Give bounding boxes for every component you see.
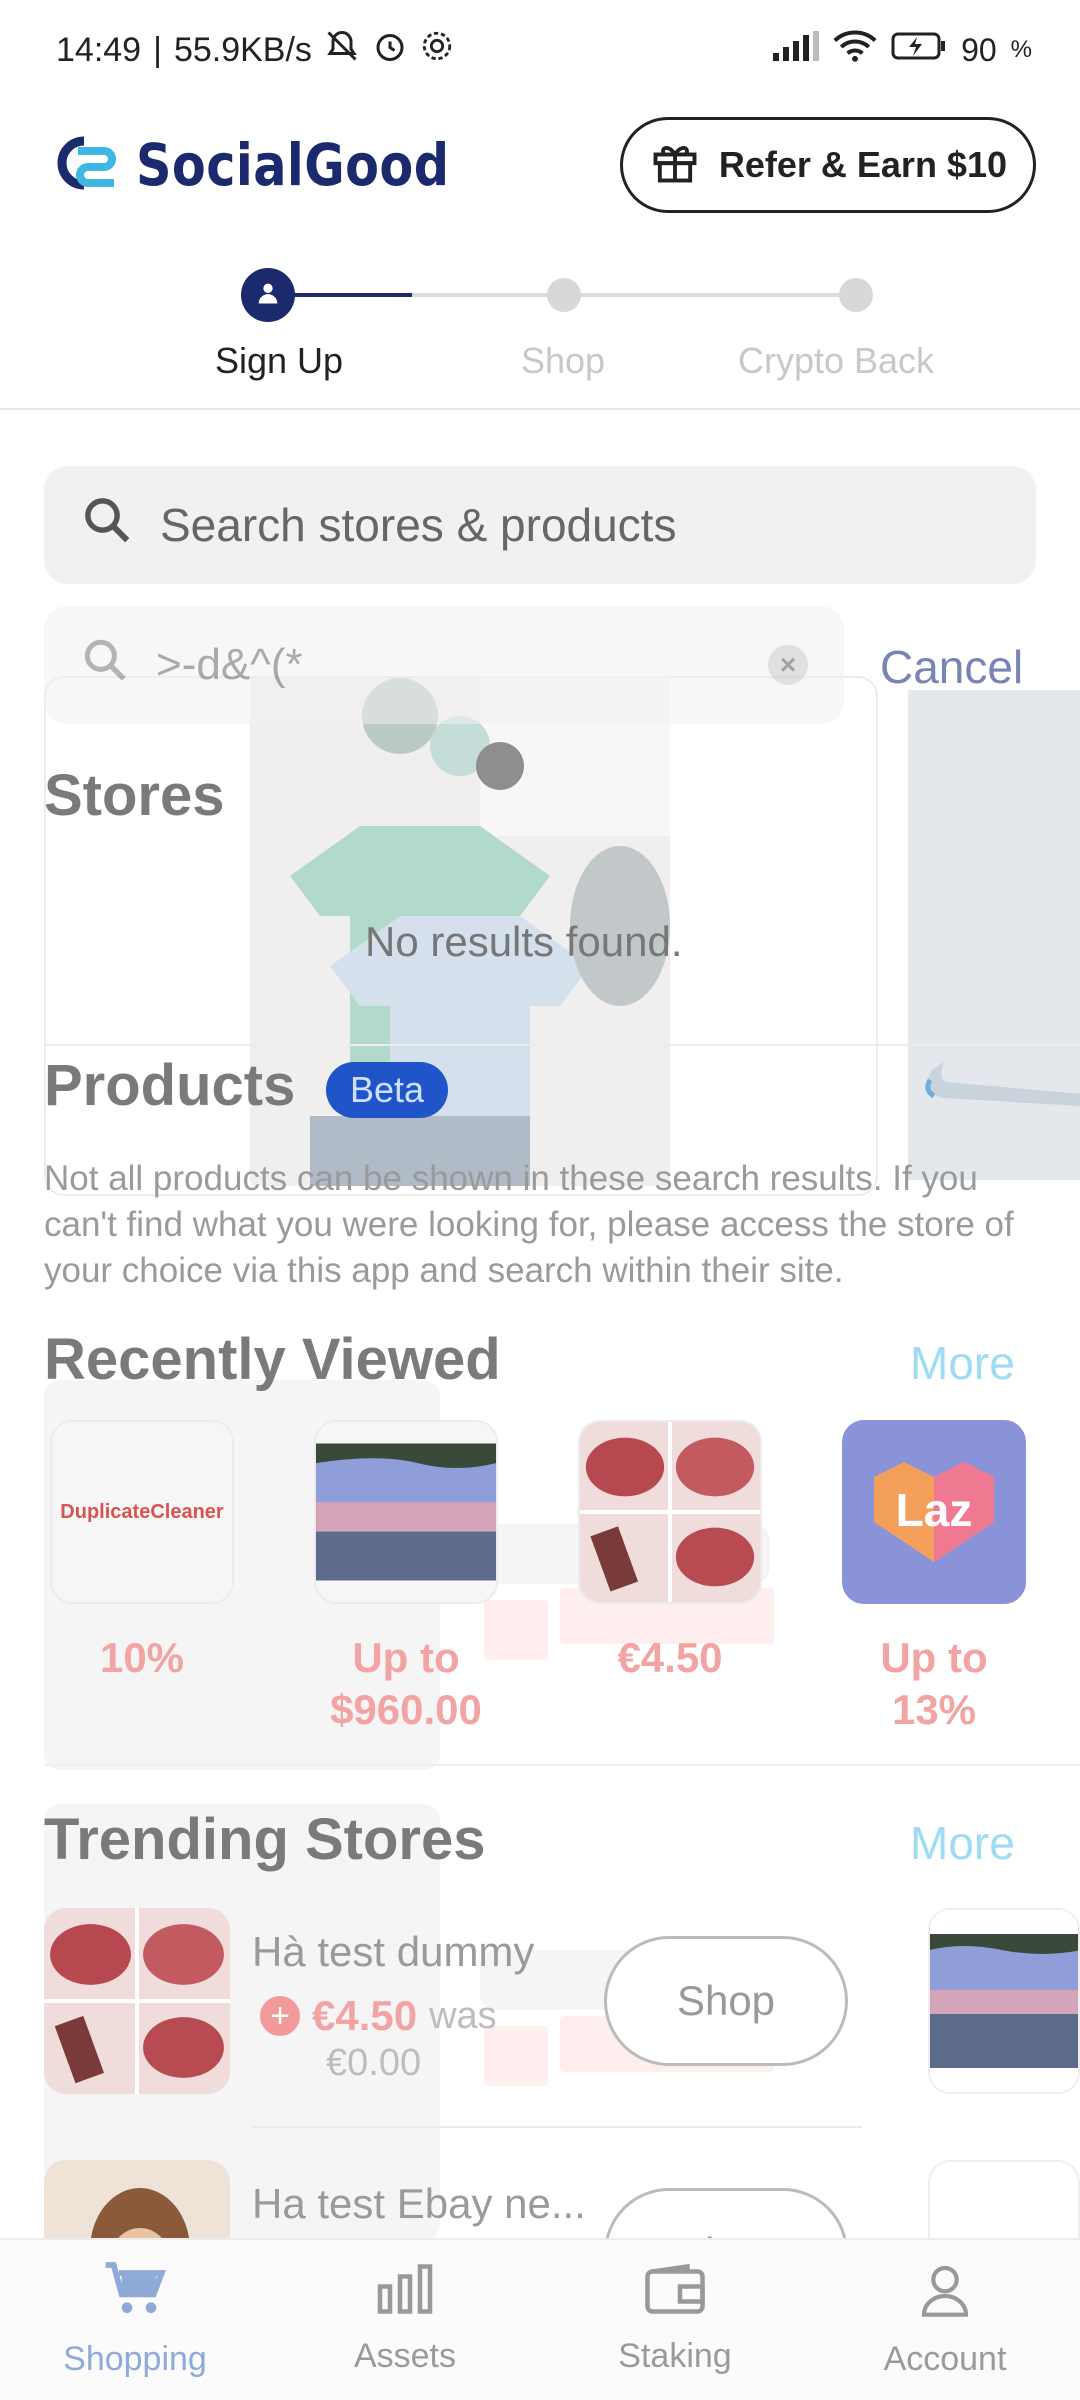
nav-label: Shopping: [63, 2340, 207, 2378]
cart-icon: [103, 2261, 167, 2326]
lake-sunset-image: [314, 1420, 498, 1604]
divider: [252, 2126, 862, 2128]
lazada-logo-text: Laz: [896, 1484, 973, 1536]
nav-label: Staking: [618, 2337, 732, 2375]
beta-badge: Beta: [326, 1062, 448, 1118]
recently-viewed-more-link[interactable]: More: [910, 1336, 1015, 1390]
store-thumbnail: [44, 1908, 230, 2094]
nav-account[interactable]: Account: [810, 2240, 1080, 2400]
duplicate-cleaner-logo-text: DuplicateCleaner: [60, 1500, 224, 1523]
store-price: + €4.50 was: [260, 1992, 497, 2040]
trending-stores-more-link[interactable]: More: [910, 1816, 1015, 1870]
recent-item-duplicate-cleaner[interactable]: DuplicateCleaner 10%: [50, 1420, 234, 1684]
was-price: €0.00: [326, 2042, 422, 2084]
store-name: Hà test dummy: [252, 1928, 535, 1975]
recent-item-value: Up to $960.00: [330, 1634, 482, 1733]
search-query: >-d&^(*: [156, 640, 303, 689]
lazada-logo: Laz: [842, 1420, 1026, 1604]
cancel-search-button[interactable]: Cancel: [880, 640, 1023, 694]
nav-assets[interactable]: Assets: [270, 2240, 540, 2400]
lipstick-image: [578, 1420, 762, 1604]
duplicate-cleaner-logo: DuplicateCleaner: [50, 1420, 234, 1604]
person-icon: [917, 2261, 973, 2326]
nav-label: Account: [883, 2340, 1007, 2378]
divider: [44, 1764, 1080, 1766]
peek-card: [908, 690, 1080, 1180]
bar-chart-icon: [375, 2264, 435, 2323]
divider: [44, 1044, 1080, 1046]
trending-store-row[interactable]: Hà test dummy + €4.50 was €0.00 Shop: [44, 1908, 1080, 2108]
recent-item-lake[interactable]: Up to $960.00: [314, 1420, 498, 1736]
recent-item-value: 10%: [99, 1634, 185, 1681]
plus-icon: +: [260, 1996, 300, 2036]
nav-staking[interactable]: Staking: [540, 2240, 810, 2400]
store-name: Ha test Ebay ne...: [252, 2180, 586, 2227]
stores-title: Stores: [44, 763, 225, 828]
recent-item-lazada[interactable]: Laz Up to 13%: [842, 1420, 1026, 1736]
clear-search-button[interactable]: ×: [768, 645, 808, 685]
recently-viewed-title: Recently Viewed: [44, 1327, 501, 1392]
shop-button[interactable]: Shop: [604, 1936, 848, 2066]
recent-item-value: €4.50: [617, 1634, 723, 1681]
nav-shopping[interactable]: Shopping: [0, 2240, 270, 2400]
was-label: was: [429, 1994, 497, 2037]
products-disclaimer: Not all products can be shown in these s…: [44, 1159, 1014, 1290]
peek-store-thumbnail: [928, 1908, 1080, 2094]
search-icon: [80, 635, 130, 696]
bottom-navigation: Shopping Assets Staking Account: [0, 2238, 1080, 2400]
trending-stores-title: Trending Stores: [44, 1807, 486, 1872]
products-title: Products: [44, 1053, 296, 1118]
active-search-input[interactable]: >-d&^(* ×: [44, 606, 844, 724]
search-results-overlay: >-d&^(* × Cancel Stores No results found…: [0, 0, 1080, 2400]
current-price: €4.50: [312, 1992, 418, 2039]
wallet-icon: [645, 2263, 705, 2323]
app-screen: 14:49 | 55.9KB/s 90% SocialGood Refer & …: [0, 0, 1080, 2400]
airplane-image: [908, 690, 1080, 1180]
no-results-message: No results found.: [365, 918, 683, 965]
recent-item-lipstick[interactable]: €4.50: [578, 1420, 762, 1684]
nav-label: Assets: [353, 2337, 457, 2375]
recent-item-value: Up to 13%: [880, 1634, 988, 1733]
